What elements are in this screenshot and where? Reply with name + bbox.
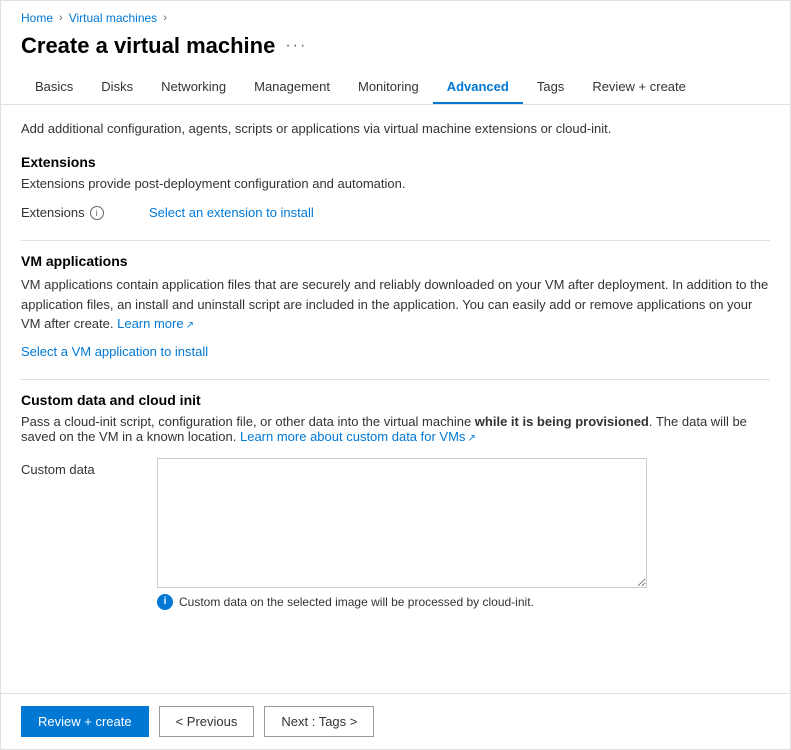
custom-data-desc: Pass a cloud-init script, configuration …	[21, 414, 770, 444]
vm-apps-desc: VM applications contain application file…	[21, 275, 770, 334]
tab-networking[interactable]: Networking	[147, 71, 240, 104]
tab-disks[interactable]: Disks	[87, 71, 147, 104]
custom-data-input[interactable]	[157, 458, 647, 588]
footer-bar: Review + create < Previous Next : Tags >	[1, 693, 790, 749]
tab-monitoring[interactable]: Monitoring	[344, 71, 433, 104]
vm-apps-title: VM applications	[21, 253, 770, 269]
extensions-field-row: Extensions i Select an extension to inst…	[21, 205, 770, 220]
extensions-info-icon[interactable]: i	[90, 206, 104, 220]
breadcrumb-home[interactable]: Home	[21, 11, 53, 25]
tab-advanced[interactable]: Advanced	[433, 71, 523, 104]
custom-data-row: Custom data	[21, 458, 770, 588]
custom-data-section: Custom data and cloud init Pass a cloud-…	[21, 392, 770, 610]
tabs-bar: Basics Disks Networking Management Monit…	[1, 71, 790, 105]
info-circle-icon: i	[157, 594, 173, 610]
chevron-icon-2: ›	[163, 12, 167, 24]
custom-data-note: i Custom data on the selected image will…	[157, 594, 647, 610]
breadcrumb-vms[interactable]: Virtual machines	[69, 11, 158, 25]
external-link-icon-1: ↗	[186, 320, 194, 331]
more-options-icon[interactable]: ···	[285, 37, 307, 55]
previous-button[interactable]: < Previous	[159, 706, 255, 737]
page-title: Create a virtual machine	[21, 33, 275, 59]
tab-review-create[interactable]: Review + create	[578, 71, 700, 104]
custom-data-label: Custom data	[21, 458, 141, 477]
next-button[interactable]: Next : Tags >	[264, 706, 374, 737]
tab-tags[interactable]: Tags	[523, 71, 578, 104]
extensions-select-link[interactable]: Select an extension to install	[149, 205, 314, 220]
page-header: Create a virtual machine ···	[1, 29, 790, 71]
extensions-title: Extensions	[21, 154, 770, 170]
vm-apps-section: VM applications VM applications contain …	[21, 253, 770, 359]
extensions-section: Extensions Extensions provide post-deplo…	[21, 154, 770, 220]
custom-data-learn-more[interactable]: Learn more about custom data for VMs↗	[240, 429, 476, 444]
chevron-icon-1: ›	[59, 12, 63, 24]
review-create-button[interactable]: Review + create	[21, 706, 149, 737]
divider-2	[21, 379, 770, 380]
extensions-desc: Extensions provide post-deployment confi…	[21, 176, 770, 191]
tab-management[interactable]: Management	[240, 71, 344, 104]
tab-basics[interactable]: Basics	[21, 71, 87, 104]
external-link-icon-2: ↗	[467, 433, 475, 444]
vm-apps-select-link[interactable]: Select a VM application to install	[21, 344, 208, 359]
extensions-label: Extensions i	[21, 205, 141, 220]
breadcrumb: Home › Virtual machines ›	[1, 1, 790, 29]
divider-1	[21, 240, 770, 241]
page-description: Add additional configuration, agents, sc…	[21, 121, 770, 136]
main-content: Add additional configuration, agents, sc…	[1, 105, 790, 693]
custom-data-title: Custom data and cloud init	[21, 392, 770, 408]
vm-apps-learn-more[interactable]: Learn more↗	[117, 316, 194, 331]
